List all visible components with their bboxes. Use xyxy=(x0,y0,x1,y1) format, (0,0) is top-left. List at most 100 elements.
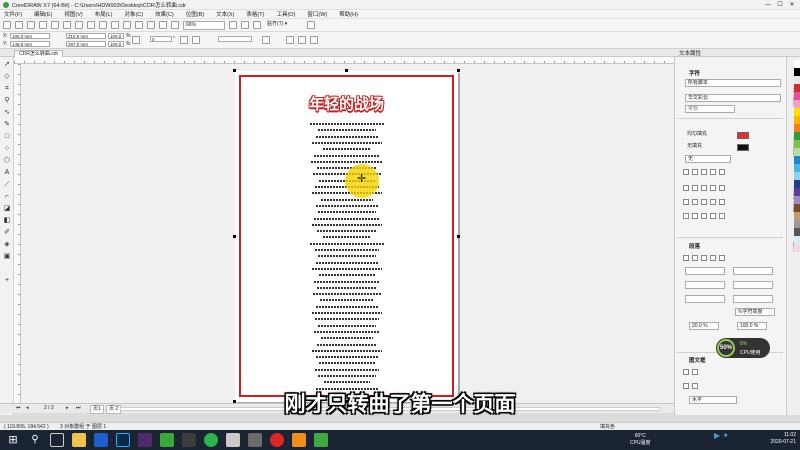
menu-view[interactable]: 视图(V) xyxy=(64,10,82,18)
left-indent-field[interactable] xyxy=(685,267,725,275)
ordinal-icon[interactable] xyxy=(701,185,707,191)
zero-icon[interactable] xyxy=(719,199,725,205)
dimension-tool-icon[interactable]: ⟋ xyxy=(3,181,11,189)
palette-swatch[interactable] xyxy=(794,76,800,84)
fill-type-select[interactable]: 均匀填充 xyxy=(685,131,731,139)
transparency-tool-icon[interactable]: ◧ xyxy=(3,217,11,225)
task-view-icon[interactable] xyxy=(50,433,64,447)
menu-bitmaps[interactable]: 位图(B) xyxy=(186,10,204,18)
palette-swatch[interactable] xyxy=(794,220,800,228)
options-icon[interactable] xyxy=(307,21,315,29)
menu-object[interactable]: 对象(C) xyxy=(124,10,143,18)
palette-swatch[interactable] xyxy=(794,156,800,164)
swash-icon[interactable] xyxy=(719,185,725,191)
titling-icon[interactable] xyxy=(710,213,716,219)
menu-layout[interactable]: 布局(L) xyxy=(95,10,113,18)
palette-swatch[interactable] xyxy=(794,68,800,76)
artistic-media-icon[interactable]: ✎ xyxy=(3,121,11,129)
ligature-icon[interactable] xyxy=(692,185,698,191)
palette-swatch[interactable] xyxy=(794,140,800,148)
close-button[interactable]: ✕ xyxy=(786,0,798,10)
palette-swatch[interactable] xyxy=(794,124,800,132)
scale-height-field[interactable]: 100.0 xyxy=(108,41,124,47)
export-icon[interactable] xyxy=(135,21,143,29)
system-clock[interactable]: 11:02 2020-07-21 xyxy=(770,432,796,446)
guidelines-icon[interactable] xyxy=(253,21,261,29)
menu-effects[interactable]: 效果(C) xyxy=(155,10,174,18)
rotation-field[interactable]: 0 xyxy=(150,36,172,42)
tabular-icon[interactable] xyxy=(701,199,707,205)
pick-tool-icon[interactable]: ➚ xyxy=(3,61,11,69)
polygon-tool-icon[interactable]: ⬡ xyxy=(3,157,11,165)
drawing-canvas[interactable]: 年轻的战场 ✛ xyxy=(21,64,674,403)
align-justify-icon[interactable] xyxy=(719,255,725,261)
menu-window[interactable]: 窗口(W) xyxy=(307,10,327,18)
kerning-icon[interactable] xyxy=(683,213,689,219)
case-icon[interactable] xyxy=(692,213,698,219)
subscript-icon[interactable] xyxy=(692,169,698,175)
snap-to-dropdown[interactable]: 贴齐(T) ▾ xyxy=(265,21,303,30)
grid-icon[interactable] xyxy=(241,21,249,29)
paste-icon[interactable] xyxy=(75,21,83,29)
selection-handle[interactable] xyxy=(457,235,460,238)
player-icon[interactable] xyxy=(182,433,196,447)
strikethrough-icon[interactable] xyxy=(719,169,725,175)
photoshop-icon[interactable] xyxy=(116,433,130,447)
line-spacing-unit-select[interactable]: %字符高度 xyxy=(735,308,775,316)
vertical-ruler[interactable] xyxy=(14,64,21,404)
proportional-icon[interactable] xyxy=(710,199,716,205)
mirror-horizontal-icon[interactable] xyxy=(180,36,188,44)
palette-swatch[interactable] xyxy=(794,172,800,180)
palette-swatch[interactable] xyxy=(794,108,800,116)
full-screen-icon[interactable] xyxy=(171,21,179,29)
outline-width-select[interactable] xyxy=(218,36,252,42)
app-icon[interactable] xyxy=(160,433,174,447)
word-spacing-field[interactable]: 100.0 % xyxy=(737,322,767,330)
menu-text[interactable]: 文本(X) xyxy=(216,10,234,18)
save-icon[interactable] xyxy=(27,21,35,29)
import-icon[interactable] xyxy=(123,21,131,29)
crop-tool-icon[interactable]: ⌗ xyxy=(3,85,11,93)
lock-ratio-icon[interactable] xyxy=(132,36,140,44)
palette-swatch[interactable] xyxy=(794,236,800,244)
palette-swatch[interactable] xyxy=(794,116,800,124)
publish-pdf-icon[interactable] xyxy=(147,21,155,29)
selection-handle[interactable] xyxy=(233,235,236,238)
premiere-icon[interactable] xyxy=(138,433,152,447)
smart-fill-icon[interactable]: ▣ xyxy=(3,253,11,261)
palette-swatch[interactable] xyxy=(794,228,800,236)
font-family-select[interactable]: 华文彩云 xyxy=(685,94,781,102)
freehand-tool-icon[interactable]: ∿ xyxy=(3,109,11,117)
connector-tool-icon[interactable]: ⌐ xyxy=(3,193,11,201)
palette-swatch[interactable] xyxy=(794,212,800,220)
search-icon[interactable] xyxy=(111,21,119,29)
ellipse-tool-icon[interactable]: ○ xyxy=(3,145,11,153)
background-fill-select[interactable]: 无填充 xyxy=(685,143,731,151)
to-back-icon[interactable] xyxy=(298,36,306,44)
menu-help[interactable]: 帮助(H) xyxy=(339,10,358,18)
text-fill-swatch[interactable] xyxy=(737,132,749,139)
palette-swatch[interactable] xyxy=(794,132,800,140)
open-icon[interactable] xyxy=(15,21,23,29)
horizontal-ruler[interactable] xyxy=(14,57,674,64)
zoom-tool-icon[interactable]: ⚲ xyxy=(3,97,11,105)
background-fill-swatch[interactable] xyxy=(737,144,749,151)
align-right-icon[interactable] xyxy=(710,255,716,261)
add-tool-icon[interactable]: + xyxy=(3,277,11,285)
tab-document[interactable]: CDR怎么转曲.cdr xyxy=(14,50,64,57)
to-front-icon[interactable] xyxy=(286,36,294,44)
zoom-level-select[interactable]: 66% xyxy=(183,20,225,30)
mirror-vertical-icon[interactable] xyxy=(192,36,200,44)
align-none-icon[interactable] xyxy=(683,255,689,261)
coreldraw-icon[interactable] xyxy=(314,433,328,447)
minimize-button[interactable]: — xyxy=(762,0,774,10)
frame-fill-icon[interactable] xyxy=(683,369,689,375)
file-explorer-icon[interactable] xyxy=(72,433,86,447)
app-launcher-icon[interactable] xyxy=(159,21,167,29)
palette-swatch[interactable] xyxy=(794,180,800,188)
underline-icon[interactable] xyxy=(710,169,716,175)
recorder-icon[interactable] xyxy=(270,433,284,447)
rectangle-tool-icon[interactable]: □ xyxy=(3,133,11,141)
app-icon[interactable] xyxy=(248,433,262,447)
line-spacing-field[interactable] xyxy=(733,295,773,303)
